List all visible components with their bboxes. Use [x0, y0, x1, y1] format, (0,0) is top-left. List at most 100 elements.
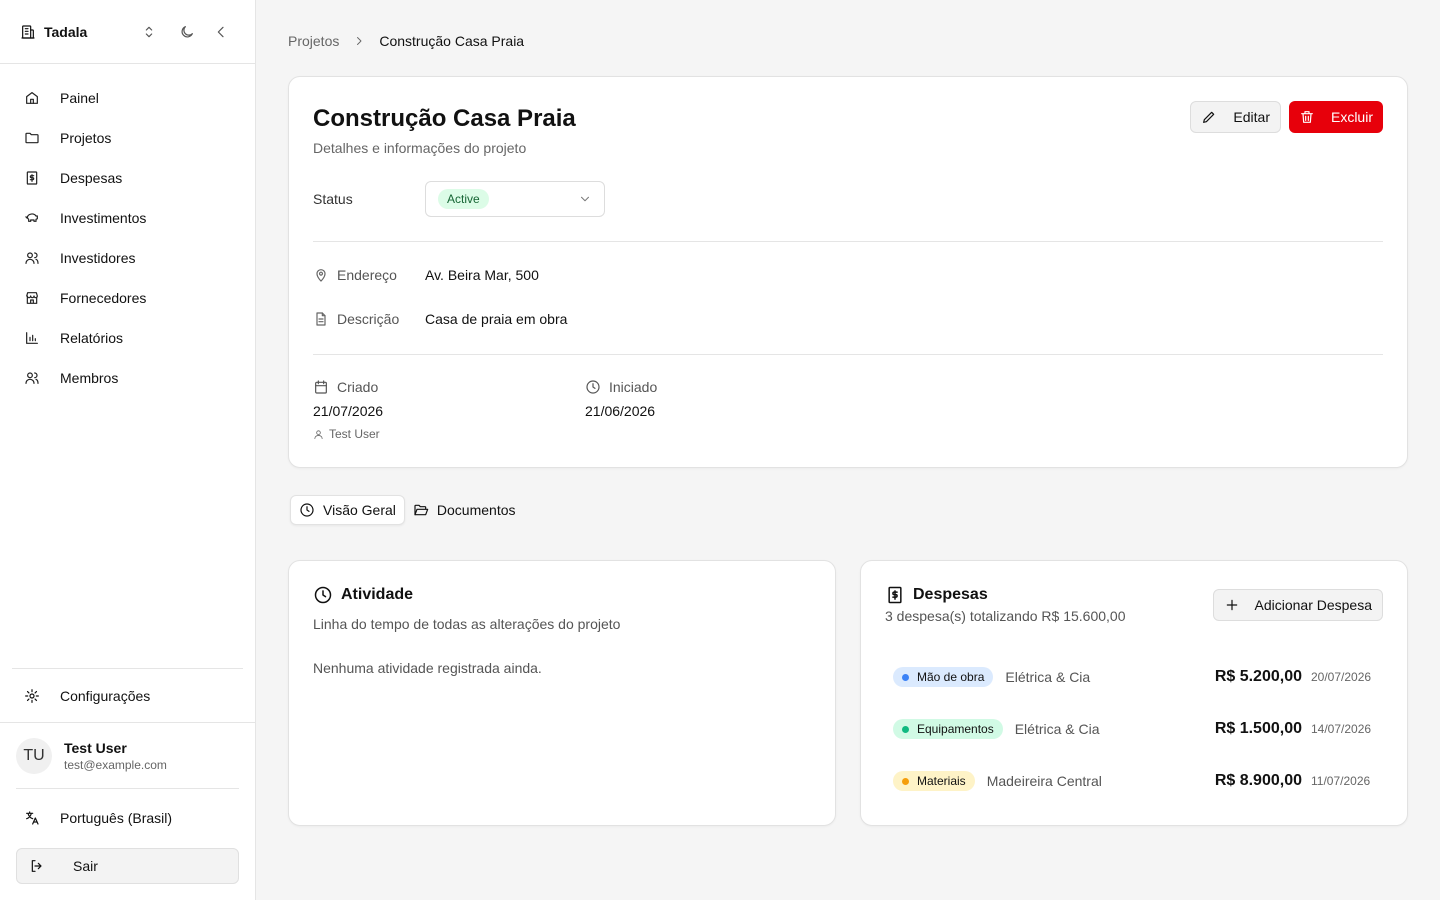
folder-open-icon [414, 504, 429, 516]
user-profile[interactable]: TU Test User test@example.com [0, 722, 255, 788]
sidebar-item-investimentos[interactable]: Investimentos [0, 198, 255, 238]
address-value: Av. Beira Mar, 500 [425, 267, 539, 283]
expense-amount: R$ 8.900,00 [1214, 772, 1302, 789]
activity-card: Atividade Linha do tempo de todas as alt… [288, 560, 836, 826]
pencil-icon [1203, 111, 1215, 123]
sidebar-item-despesas[interactable]: Despesas [0, 158, 255, 198]
sidebar-item-label: Fornecedores [60, 290, 147, 306]
tab-visao-geral[interactable]: Visão Geral [290, 495, 405, 525]
trash-icon [1301, 111, 1313, 123]
created-label: Criado [337, 379, 379, 395]
collapse-sidebar-icon[interactable] [207, 18, 235, 46]
folder-icon [25, 132, 39, 144]
expenses-summary: 3 despesa(s) totalizando R$ 15.600,00 [885, 608, 1126, 624]
logout-icon [31, 860, 42, 872]
brand-row: Tadala [0, 0, 255, 64]
store-icon [26, 292, 38, 304]
plus-icon [1227, 599, 1238, 611]
edit-button[interactable]: Editar [1190, 101, 1281, 133]
sidebar-item-label: Investidores [60, 250, 136, 266]
started-meta: Iniciado 21/06/2026 [585, 379, 657, 419]
settings-label: Configurações [60, 687, 151, 704]
sidebar-nav: Painel Projetos Despesas Investimentos I… [0, 64, 255, 398]
tab-documentos[interactable]: Documentos [405, 495, 524, 525]
description-value: Casa de praia em obra [425, 311, 568, 327]
clock-icon [314, 586, 332, 604]
expense-row[interactable]: Equipamentos Elétrica & Cia R$ 1.500,00 … [893, 717, 1375, 741]
sidebar-item-label: Painel [60, 90, 99, 106]
sidebar-item-fornecedores[interactable]: Fornecedores [0, 278, 255, 318]
divider [313, 354, 1383, 355]
breadcrumb: Projetos Construção Casa Praia [288, 33, 524, 49]
sidebar-item-membros[interactable]: Membros [0, 358, 255, 398]
moon-icon[interactable] [173, 18, 201, 46]
expenses-title: Despesas [913, 586, 988, 603]
calendar-icon [315, 380, 327, 394]
activity-empty-state: Nenhuma atividade registrada ainda. [313, 660, 542, 676]
sidebar-item-painel[interactable]: Painel [0, 78, 255, 118]
tab-label: Documentos [436, 502, 516, 518]
status-label: Status [313, 191, 353, 207]
tab-label: Visão Geral [323, 502, 396, 518]
avatar: TU [16, 737, 52, 774]
sidebar-item-projetos[interactable]: Projetos [0, 118, 255, 158]
language-label: Português (Brasil) [60, 809, 173, 826]
project-tabs: Visão Geral Documentos [290, 495, 524, 525]
logout-label: Sair [73, 858, 98, 874]
address-row: Endereço Av. Beira Mar, 500 [313, 267, 539, 283]
home-icon [26, 92, 38, 104]
dollar-receipt-icon [26, 171, 38, 185]
sidebar-item-investidores[interactable]: Investidores [0, 238, 255, 278]
bar-chart-icon [26, 332, 38, 344]
main-content: Projetos Construção Casa Praia Construçã… [256, 0, 1440, 900]
category-badge: Equipamentos [893, 719, 1003, 739]
page-subtitle: Detalhes e informações do projeto [313, 140, 527, 156]
activity-title: Atividade [341, 586, 414, 603]
category-label: Equipamentos [917, 722, 994, 736]
created-value: 21/07/2026 [313, 403, 384, 419]
created-meta: Criado 21/07/2026 Test User [313, 379, 383, 441]
document-icon [316, 312, 326, 326]
category-label: Materiais [917, 774, 966, 788]
chevron-down-icon [580, 196, 590, 202]
category-dot [902, 673, 909, 681]
workspace-switcher-icon[interactable] [135, 18, 163, 46]
created-by: Test User [329, 427, 380, 441]
status-select[interactable]: Active [425, 181, 605, 217]
expense-row[interactable]: Mão de obra Elétrica & Cia R$ 5.200,00 2… [893, 665, 1375, 689]
user-icon [314, 429, 323, 439]
user-name: Test User [64, 739, 127, 756]
sidebar-item-label: Projetos [60, 130, 112, 146]
sidebar-item-configuracoes[interactable]: Configurações [12, 668, 243, 722]
started-label: Iniciado [609, 379, 658, 395]
divider [313, 241, 1383, 242]
translate-icon [26, 810, 39, 825]
sidebar-item-relatorios[interactable]: Relatórios [0, 318, 255, 358]
project-details-card: Construção Casa Praia Detalhes e informa… [288, 76, 1408, 468]
expense-row[interactable]: Materiais Madeireira Central R$ 8.900,00… [893, 769, 1375, 793]
expense-supplier: Elétrica & Cia [1005, 669, 1091, 685]
chevron-right-icon [353, 35, 365, 47]
logout-button[interactable]: Sair [16, 848, 239, 884]
piggy-bank-icon [25, 213, 38, 222]
page-title: Construção Casa Praia [313, 105, 576, 132]
expense-amount: R$ 1.500,00 [1214, 720, 1302, 737]
expense-amount: R$ 5.200,00 [1214, 668, 1302, 685]
sidebar: Tadala Painel Projetos Despesas Investim… [0, 0, 256, 900]
breadcrumb-current: Construção Casa Praia [379, 33, 525, 49]
add-expense-button[interactable]: Adicionar Despesa [1213, 589, 1383, 621]
language-selector[interactable]: Português (Brasil) [16, 788, 239, 846]
clock-icon [586, 380, 600, 394]
sidebar-item-label: Despesas [60, 170, 123, 186]
delete-label: Excluir [1330, 109, 1373, 125]
expense-date: 20/07/2026 [1311, 670, 1372, 684]
users-icon [25, 372, 39, 384]
expense-date: 14/07/2026 [1311, 722, 1372, 736]
status-badge: Active [438, 189, 489, 209]
add-expense-label: Adicionar Despesa [1254, 597, 1372, 613]
category-dot [902, 777, 909, 785]
expenses-card: Despesas 3 despesa(s) totalizando R$ 15.… [860, 560, 1408, 826]
map-pin-icon [316, 269, 326, 282]
breadcrumb-projetos[interactable]: Projetos [288, 33, 339, 49]
delete-button[interactable]: Excluir [1288, 101, 1383, 133]
